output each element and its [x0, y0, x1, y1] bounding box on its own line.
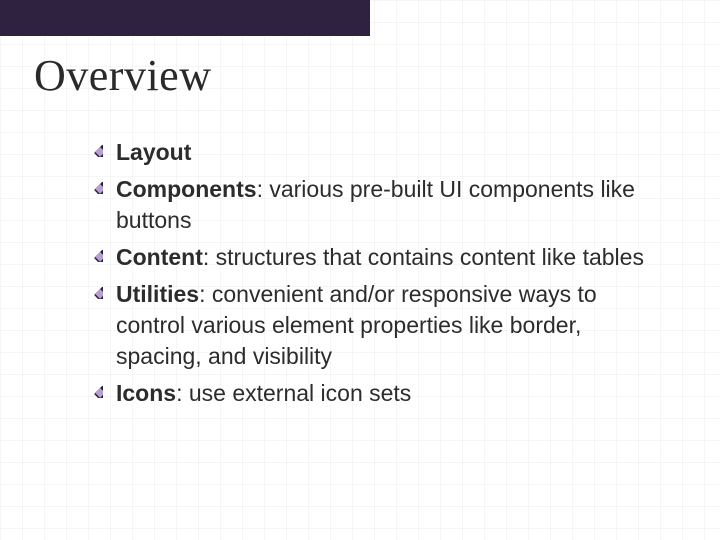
list-item: Content: structures that contains conten…: [90, 242, 650, 273]
diamond-bullet-icon: [90, 286, 103, 299]
list-item: Layout: [90, 137, 650, 168]
bullet-term: Utilities: [116, 281, 199, 307]
list-item: Components: various pre-built UI compone…: [90, 174, 650, 236]
list-item: Icons: use external icon sets: [90, 378, 650, 409]
diamond-bullet-icon: [90, 181, 103, 194]
bullet-term: Components: [116, 176, 257, 202]
bullet-desc: : use external icon sets: [176, 380, 411, 406]
bullet-term: Content: [116, 244, 203, 270]
diamond-bullet-icon: [90, 144, 103, 157]
diamond-bullet-icon: [90, 249, 103, 262]
slide-title: Overview: [34, 50, 680, 101]
bullet-desc: : structures that contains content like …: [203, 244, 644, 270]
bullet-term: Layout: [116, 139, 191, 165]
slide-body: Overview Layout Components: various pre-…: [0, 0, 720, 409]
bullet-list: Layout Components: various pre-built UI …: [90, 137, 650, 409]
diamond-bullet-icon: [90, 385, 103, 398]
bullet-term: Icons: [116, 380, 176, 406]
list-item: Utilities: convenient and/or responsive …: [90, 279, 650, 372]
